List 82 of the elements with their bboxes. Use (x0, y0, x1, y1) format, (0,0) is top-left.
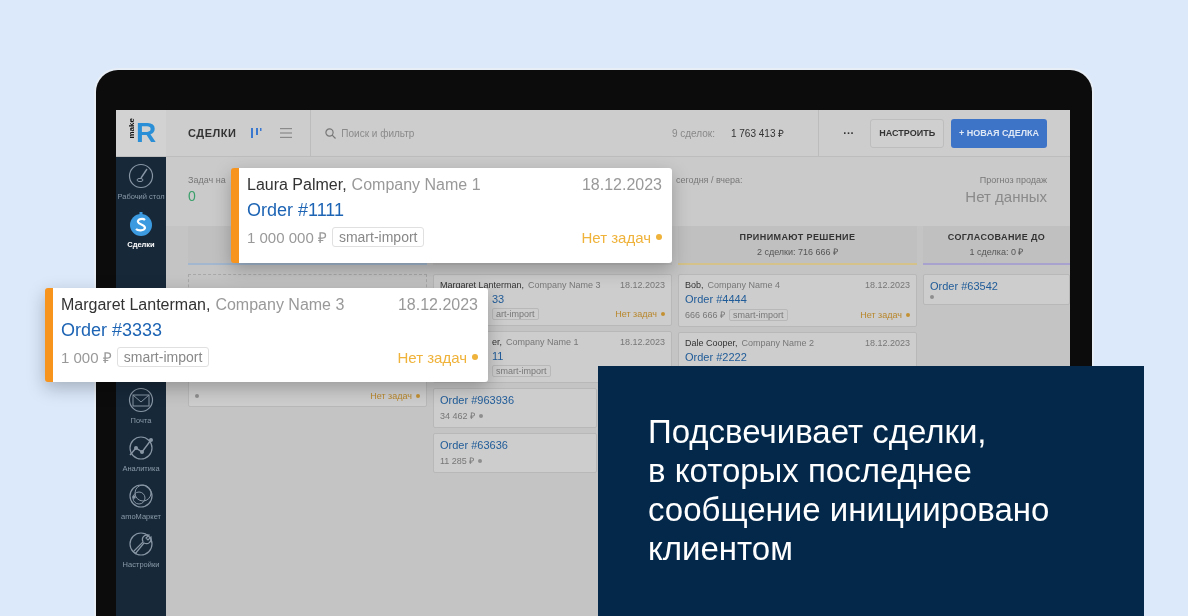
task-status: Нет задач (581, 228, 651, 246)
deal-tag: art-import (492, 308, 539, 320)
deal-date: 18.12.2023 (619, 337, 665, 347)
deal-amount: 34 462 ₽ (440, 410, 476, 422)
status-dot-icon (479, 413, 484, 418)
contact-name: er, (492, 337, 502, 347)
deal-card[interactable]: Order #963936 34 462 ₽ (433, 388, 597, 428)
more-button[interactable]: ··· (835, 127, 863, 139)
deal-date: 18.12.2023 (581, 176, 662, 194)
stat-value: 0 (188, 188, 196, 204)
company-name: Company Name 1 (506, 337, 579, 347)
deal-date: 18.12.2023 (864, 280, 910, 290)
deal-card[interactable]: Order #63542 (923, 274, 1070, 305)
status-dot-icon (906, 312, 910, 317)
gauge-icon (128, 163, 154, 189)
deal-tag: smart-import (331, 227, 425, 247)
stat-label: сегодня / вчера: (676, 175, 743, 185)
deal-date: 18.12.2023 (619, 280, 665, 290)
columns-view-icon[interactable] (250, 127, 263, 139)
contact-name: Margaret Lanterman, (440, 280, 525, 290)
contact-name: Margaret Lanterman, (61, 296, 211, 314)
deal-amount: 1 000 000 ₽ (247, 228, 327, 247)
order-link[interactable]: Order #1111 (247, 200, 345, 221)
new-deal-button[interactable]: + НОВАЯ СДЕЛКА (951, 118, 1047, 148)
company-name: Company Name 3 (528, 280, 601, 290)
chart-icon (128, 435, 154, 461)
search-field[interactable]: Поиск и фильтр (341, 127, 542, 139)
page-title: СДЕЛКИ (188, 127, 237, 139)
deal-amount: 666 666 ₽ (685, 309, 726, 321)
company-name: Company Name 3 (215, 296, 345, 314)
deal-amount: 1 000 ₽ (61, 348, 112, 367)
deal-tag: smart-import (492, 365, 551, 377)
task-status: Нет задач (860, 309, 902, 320)
status-dot-icon (195, 394, 199, 398)
order-link[interactable]: Order #963936 (440, 394, 514, 406)
globe-icon (128, 483, 154, 509)
status-dot-icon (478, 458, 483, 463)
logo[interactable]: make R (116, 110, 166, 156)
deal-tooltip[interactable]: Margaret Lanterman, Company Name 3 18.12.2023 Order #3333 1 000 ₽ smart-import Нет задач (45, 288, 488, 382)
contact-name: Laura Palmer, (247, 176, 347, 194)
company-name: Company Name 2 (741, 338, 815, 348)
deal-tooltip[interactable]: Laura Palmer, Company Name 1 18.12.2023 Order #1111 1 000 000 ₽ smart-import Нет задач (231, 168, 672, 263)
column-title: СОГЛАСОВАНИЕ ДО (947, 231, 1046, 242)
column-summary: 2 сделки: 716 666 ₽ (756, 245, 839, 258)
contact-name: Bob, (685, 280, 704, 290)
settings-icon (128, 531, 154, 557)
stat-label: Прогноз продаж (979, 175, 1047, 185)
contact-name: Dale Cooper, (685, 338, 738, 348)
status-dot-icon (930, 295, 934, 299)
company-name: Company Name 4 (707, 280, 781, 290)
deals-total: 1 763 413 ₽ (730, 127, 785, 140)
deal-date: 18.12.2023 (864, 338, 910, 348)
deal-card[interactable]: Order #63636 11 285 ₽ (433, 433, 597, 473)
search-icon (325, 127, 337, 139)
deal-tag: smart-import (116, 347, 210, 367)
deals-count: 9 сделок: (671, 127, 715, 139)
menu-icon[interactable] (280, 127, 293, 139)
column-title: ПРИНИМАЮТ РЕШЕНИЕ (739, 231, 856, 242)
stat-value: Нет данных (965, 188, 1047, 205)
deal-amount: 11 285 ₽ (440, 455, 475, 467)
order-link[interactable]: Order #4444 (685, 293, 747, 305)
banner-text: Подсвечивает сделки, в которых последнее сообщение инициировано клиентом (648, 412, 1051, 568)
deal-tag: smart-import (729, 308, 788, 321)
column-summary: 1 сделка: 0 ₽ (969, 245, 1024, 258)
status-dot-icon (416, 394, 420, 398)
mail-icon (128, 387, 154, 413)
status-dot-icon (661, 312, 665, 316)
stat-label: Задач на (188, 175, 226, 185)
order-link[interactable]: Order #63542 (930, 280, 998, 292)
order-link[interactable]: Order #2222 (685, 351, 747, 363)
company-name: Company Name 1 (351, 176, 481, 194)
order-link[interactable]: 33 (492, 293, 505, 305)
configure-button[interactable]: НАСТРОИТЬ (870, 118, 945, 148)
dollar-icon (128, 211, 154, 237)
task-status: Нет задач (615, 309, 657, 319)
status-dot-icon (472, 354, 478, 360)
order-link[interactable]: 11 (492, 350, 504, 362)
deal-card[interactable]: Bob, Company Name 4 18.12.2023 Order #4444 666 666 ₽ smart-import Нет задач (678, 274, 917, 327)
order-link[interactable]: Order #3333 (61, 320, 163, 341)
task-status: Нет задач (370, 391, 412, 401)
order-link[interactable]: Order #63636 (440, 439, 508, 451)
status-dot-icon (656, 234, 662, 240)
